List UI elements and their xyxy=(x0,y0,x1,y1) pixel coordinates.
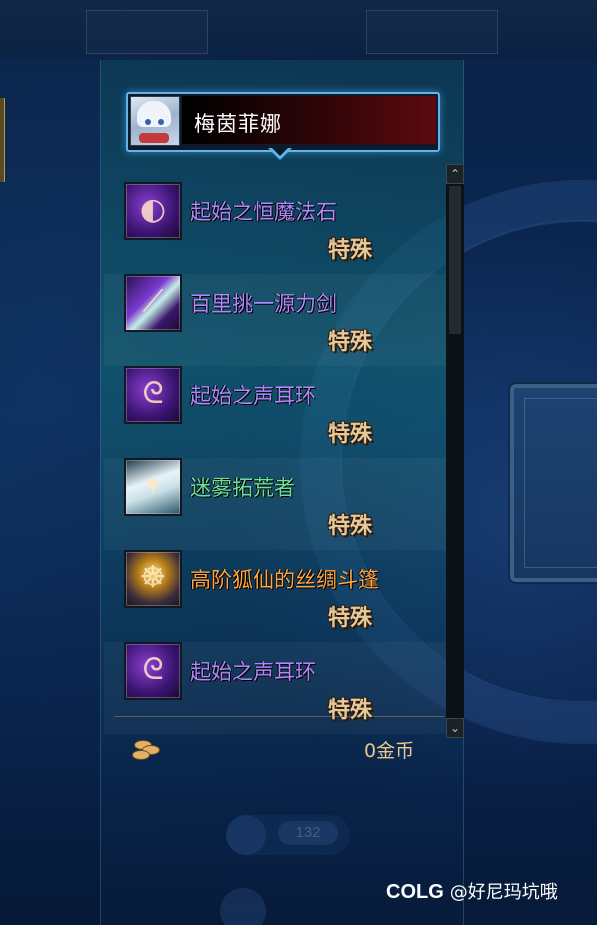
item-rarity-tag: 特殊 xyxy=(328,513,373,539)
watermark-text: @好尼玛坑哦 xyxy=(449,882,558,903)
character-name: 梅茵菲娜 xyxy=(194,112,282,136)
right-card-panel[interactable] xyxy=(510,384,597,582)
footer-divider xyxy=(114,716,444,717)
left-edge-tab xyxy=(0,98,5,182)
list-item[interactable]: ᘓ 起始之声耳环 特殊 xyxy=(104,642,446,734)
item-name: 高阶狐仙的丝绸斗篷 xyxy=(190,568,379,592)
item-name: 百里挑一源力剑 xyxy=(190,292,337,316)
item-name: 起始之声耳环 xyxy=(190,660,316,684)
character-name-banner: 梅茵菲娜 xyxy=(126,92,440,152)
item-name: 迷雾拓荒者 xyxy=(190,476,295,500)
silk-cloak-icon: ☸ xyxy=(124,550,182,608)
cursed-stone-icon: ◐ xyxy=(124,182,182,240)
scroll-down-button[interactable]: ⌄ xyxy=(446,718,464,738)
character-avatar xyxy=(130,96,180,146)
coin-stack-icon xyxy=(130,738,164,760)
item-name: 起始之恒魔法石 xyxy=(190,200,337,224)
list-item[interactable]: ☸ 高阶狐仙的丝绸斗篷 特殊 xyxy=(104,550,446,642)
list-item[interactable]: ✦ 迷雾拓荒者 特殊 xyxy=(104,458,446,550)
list-item[interactable]: ᘓ 起始之声耳环 特殊 xyxy=(104,366,446,458)
earring-icon: ᘓ xyxy=(124,642,182,700)
item-rarity-tag: 特殊 xyxy=(328,237,373,263)
game-screen: 132 梅茵菲娜 ◐ 起始之恒魔法石 特殊 ⟋ 百里挑一源力剑 特殊 ᘓ 起始之… xyxy=(0,0,597,925)
sword-icon: ⟋ xyxy=(124,274,182,332)
watermark-logo: COLG xyxy=(386,881,444,903)
item-rarity-tag: 特殊 xyxy=(328,329,373,355)
top-slot-left xyxy=(86,10,208,54)
list-item[interactable]: ⟋ 百里挑一源力剑 特殊 xyxy=(104,274,446,366)
item-rarity-tag: 特殊 xyxy=(328,605,373,631)
item-name: 起始之声耳环 xyxy=(190,384,316,408)
top-slot-right xyxy=(366,10,498,54)
gold-amount: 0金币 xyxy=(364,740,415,762)
scroll-thumb[interactable] xyxy=(449,186,461,334)
banner-pointer-inner xyxy=(272,148,288,156)
list-item[interactable]: ◐ 起始之恒魔法石 特殊 xyxy=(104,182,446,274)
item-rarity-tag: 特殊 xyxy=(328,421,373,447)
scroll-up-button[interactable]: ⌃ xyxy=(446,164,464,184)
earring-icon: ᘓ xyxy=(124,366,182,424)
watermark: COLG @好尼玛坑哦 xyxy=(386,878,558,908)
white-armor-icon: ✦ xyxy=(124,458,182,516)
loot-scrollbar[interactable]: ⌃ ⌄ xyxy=(446,164,464,738)
item-rarity-tag: 特殊 xyxy=(328,697,373,723)
